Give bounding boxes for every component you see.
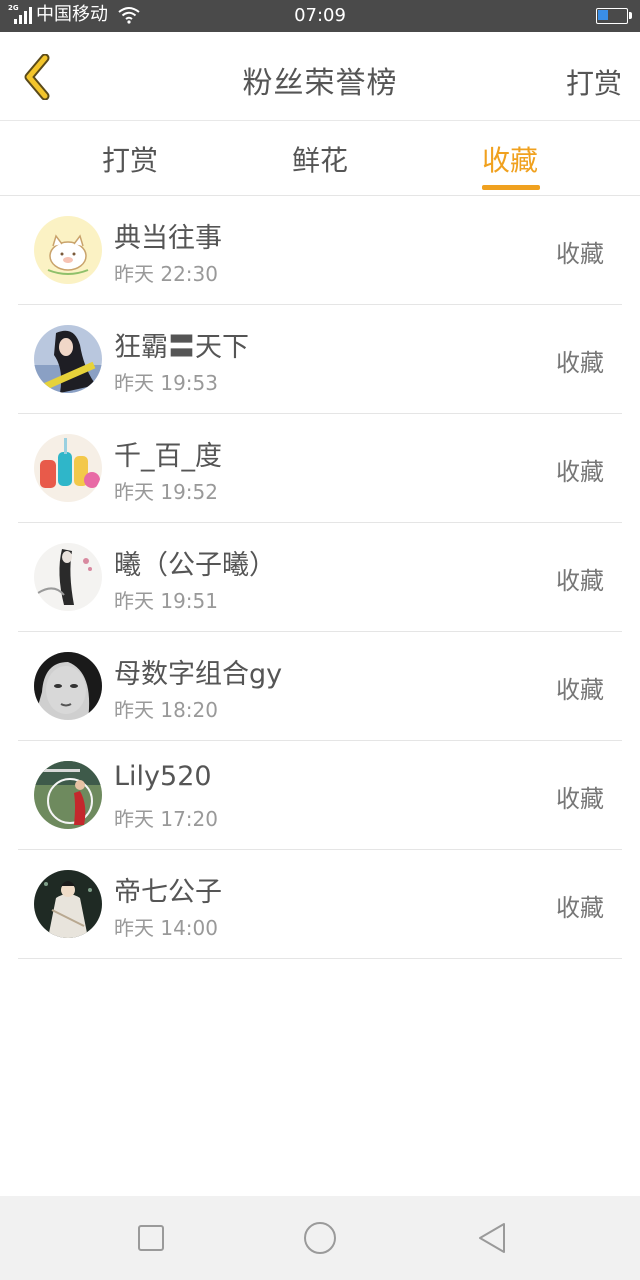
list-item[interactable]: 母数字组合gy 昨天 18:20 收藏 [18, 632, 622, 741]
fan-name: 帝七公子 [114, 877, 222, 908]
fan-name: Lily520 [114, 761, 212, 792]
fan-time: 昨天 19:52 [114, 480, 218, 504]
fan-action-label: 收藏 [556, 240, 604, 268]
tab-favorites[interactable]: 收藏 [482, 139, 538, 179]
fan-action-label: 收藏 [556, 349, 604, 377]
fan-action-label: 收藏 [556, 567, 604, 595]
fan-time: 昨天 19:53 [114, 371, 218, 395]
cartoon-pig-avatar [34, 216, 102, 284]
fan-time: 昨天 17:20 [114, 807, 218, 831]
grayscale-face-avatar [34, 652, 102, 720]
fan-name: 千_百_度 [114, 441, 222, 472]
active-tab-indicator [482, 185, 540, 190]
list-item[interactable]: 曦（公子曦） 昨天 19:51 收藏 [18, 523, 622, 632]
fan-name: 狂霸〓天下 [114, 332, 249, 363]
page-title: 粉丝荣誉榜 [242, 66, 398, 101]
list-item[interactable]: 典当往事 昨天 22:30 收藏 [18, 196, 622, 305]
fan-name: 典当往事 [114, 223, 222, 254]
fan-action-label: 收藏 [556, 676, 604, 704]
recents-square-icon[interactable] [131, 1218, 171, 1258]
fan-action-label: 收藏 [556, 894, 604, 922]
list-item[interactable]: 千_百_度 昨天 19:52 收藏 [18, 414, 622, 523]
ink-painting-avatar [34, 543, 102, 611]
status-bar: 2G 中国移动 07:09 [0, 0, 640, 32]
fan-time: 昨天 22:30 [114, 262, 218, 286]
system-nav-bar [0, 1196, 640, 1280]
battery-icon [596, 8, 632, 24]
fan-action-label: 收藏 [556, 458, 604, 486]
tab-bar: 打赏 鲜花 收藏 [0, 121, 640, 196]
fan-time: 昨天 18:20 [114, 698, 218, 722]
fan-list: 典当往事 昨天 22:30 收藏 狂霸〓天下 昨天 19:53 收藏 千_百_度… [0, 196, 640, 959]
red-dress-girl-avatar [34, 761, 102, 829]
tab-flowers[interactable]: 鲜花 [292, 139, 348, 179]
fan-name: 母数字组合gy [114, 659, 283, 690]
list-item[interactable]: 帝七公子 昨天 14:00 收藏 [18, 850, 622, 959]
list-item[interactable]: Lily520 昨天 17:20 收藏 [18, 741, 622, 850]
back-triangle-icon[interactable] [472, 1218, 512, 1258]
app-header: 粉丝荣誉榜 打赏 [0, 32, 640, 121]
fan-action-label: 收藏 [556, 785, 604, 813]
list-item[interactable]: 狂霸〓天下 昨天 19:53 收藏 [18, 305, 622, 414]
status-clock: 07:09 [294, 5, 346, 26]
colorful-toys-avatar [34, 434, 102, 502]
fan-time: 昨天 19:51 [114, 589, 218, 613]
reward-button[interactable]: 打赏 [566, 62, 622, 102]
tab-reward[interactable]: 打赏 [102, 139, 158, 179]
ancient-warrior-avatar [34, 870, 102, 938]
fan-time: 昨天 14:00 [114, 916, 218, 940]
home-circle-icon[interactable] [300, 1218, 340, 1258]
girl-long-hair-avatar [34, 325, 102, 393]
fan-name: 曦（公子曦） [114, 550, 276, 581]
